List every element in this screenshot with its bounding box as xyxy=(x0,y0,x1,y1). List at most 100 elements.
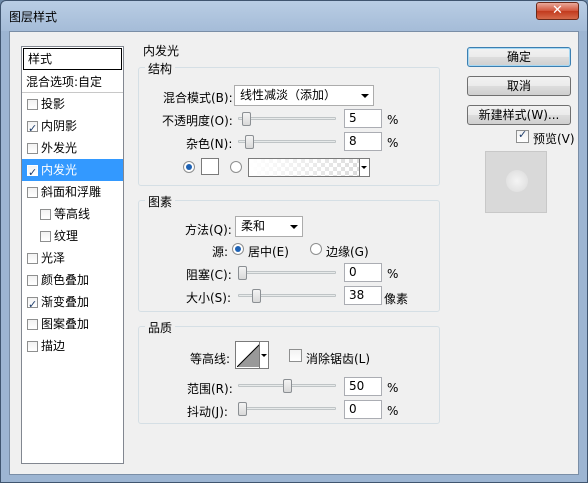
style-item-label: 描边 xyxy=(41,339,66,353)
size-slider-thumb[interactable] xyxy=(251,289,261,303)
cancel-button[interactable]: 取消 xyxy=(467,76,571,96)
window-title: 图层样式 xyxy=(9,10,58,24)
preview-label[interactable]: 预览(V) xyxy=(533,130,575,147)
choke-percent: % xyxy=(387,267,399,281)
method-label: 方法(Q): xyxy=(185,223,232,237)
method-select[interactable]: 柔和 xyxy=(235,216,303,237)
noise-slider-thumb[interactable] xyxy=(245,135,255,149)
style-item-checkbox[interactable] xyxy=(27,162,38,184)
opacity-percent: % xyxy=(387,113,399,127)
jitter-label: 抖动(J): xyxy=(187,405,228,419)
style-item-checkbox[interactable] xyxy=(27,118,38,140)
style-item-label: 内发光 xyxy=(41,163,78,177)
blend-mode-select[interactable]: 线性减淡（添加） xyxy=(234,85,374,106)
range-percent: % xyxy=(387,381,399,395)
close-button[interactable]: ✕ xyxy=(536,2,579,20)
chevron-down-icon xyxy=(290,225,298,229)
elements-label: 图素 xyxy=(145,193,176,210)
jitter-input[interactable]: 0 xyxy=(344,400,382,419)
style-item-checkbox[interactable] xyxy=(40,208,51,220)
source-center-label[interactable]: 居中(E) xyxy=(248,243,289,260)
style-item-checkbox[interactable] xyxy=(27,274,38,286)
gradient-radio[interactable] xyxy=(230,161,242,173)
style-item-checkbox[interactable] xyxy=(27,98,38,110)
chevron-down-icon[interactable] xyxy=(259,341,269,369)
size-unit: 像素 xyxy=(384,292,409,306)
method-value: 柔和 xyxy=(241,219,266,233)
styles-list: 样式 混合选项:自定 投影内阴影外发光内发光斜面和浮雕等高线纹理光泽颜色叠加渐变… xyxy=(21,46,124,464)
choke-input[interactable]: 0 xyxy=(344,263,382,282)
opacity-input[interactable]: 5 xyxy=(344,109,382,128)
style-item[interactable]: 投影 xyxy=(22,93,123,115)
noise-percent: % xyxy=(387,136,399,150)
gradient-picker[interactable] xyxy=(248,158,370,177)
new-style-button[interactable]: 新建样式(W)... xyxy=(467,105,571,125)
source-edge-label[interactable]: 边缘(G) xyxy=(326,243,369,260)
glow-color-swatch[interactable] xyxy=(201,158,219,175)
opacity-slider-track[interactable] xyxy=(238,117,336,120)
ok-button[interactable]: 确定 xyxy=(467,47,571,67)
blend-options-label: 混合选项:自定 xyxy=(26,74,103,89)
style-item[interactable]: 斜面和浮雕 xyxy=(22,181,123,203)
style-item[interactable]: 光泽 xyxy=(22,247,123,269)
title-bar[interactable]: 图层样式 ✕ xyxy=(1,1,587,31)
style-item-label: 投影 xyxy=(41,97,66,111)
gradient-preview xyxy=(249,159,359,176)
style-item[interactable]: 等高线 xyxy=(22,203,123,225)
choke-slider-track[interactable] xyxy=(238,271,336,274)
source-edge-radio[interactable] xyxy=(310,243,322,255)
style-item[interactable]: 图案叠加 xyxy=(22,313,123,335)
opacity-slider-thumb[interactable] xyxy=(242,112,252,126)
range-input[interactable]: 50 xyxy=(344,377,382,396)
style-item-label: 内阴影 xyxy=(41,119,78,133)
color-radio[interactable] xyxy=(183,161,195,173)
choke-slider-thumb[interactable] xyxy=(238,266,247,280)
chevron-down-icon[interactable] xyxy=(359,159,369,176)
jitter-slider-track[interactable] xyxy=(238,407,336,410)
noise-label: 杂色(N): xyxy=(186,137,233,151)
preview-checkbox[interactable] xyxy=(516,128,529,143)
style-item-label: 颜色叠加 xyxy=(41,273,90,287)
range-slider-thumb[interactable] xyxy=(282,379,292,393)
style-item-label: 等高线 xyxy=(54,207,91,221)
style-item[interactable]: 描边 xyxy=(22,335,123,357)
style-item-checkbox[interactable] xyxy=(27,294,38,316)
range-label: 范围(R): xyxy=(187,382,233,396)
style-items: 投影内阴影外发光内发光斜面和浮雕等高线纹理光泽颜色叠加渐变叠加图案叠加描边 xyxy=(22,93,123,357)
style-item[interactable]: 渐变叠加 xyxy=(22,291,123,316)
blend-options-item[interactable]: 混合选项:自定 xyxy=(22,71,123,93)
size-input[interactable]: 38 xyxy=(344,286,382,305)
source-label: 源: xyxy=(212,245,229,259)
size-label: 大小(S): xyxy=(186,291,232,305)
style-item[interactable]: 内发光 xyxy=(22,159,123,184)
styles-header[interactable]: 样式 xyxy=(23,48,122,70)
style-item[interactable]: 纹理 xyxy=(22,225,123,247)
style-item-label: 渐变叠加 xyxy=(41,295,90,309)
style-item-checkbox[interactable] xyxy=(27,340,38,352)
contour-picker[interactable] xyxy=(235,341,269,369)
antialias-label[interactable]: 消除锯齿(L) xyxy=(306,350,370,367)
style-item-checkbox[interactable] xyxy=(27,252,38,264)
style-item-checkbox[interactable] xyxy=(27,186,38,198)
style-item-label: 斜面和浮雕 xyxy=(41,185,102,199)
style-preview-thumbnail xyxy=(485,151,547,213)
style-item[interactable]: 颜色叠加 xyxy=(22,269,123,291)
noise-input[interactable]: 8 xyxy=(344,132,382,151)
choke-label: 阻塞(C): xyxy=(186,268,232,282)
blend-mode-value: 线性减淡（添加） xyxy=(240,88,337,102)
style-item-checkbox[interactable] xyxy=(27,318,38,330)
style-item-checkbox[interactable] xyxy=(40,230,51,242)
quality-label: 品质 xyxy=(145,319,176,336)
style-item[interactable]: 内阴影 xyxy=(22,115,123,140)
antialias-checkbox[interactable] xyxy=(289,349,302,362)
style-item-checkbox[interactable] xyxy=(27,142,38,154)
blend-mode-label: 混合模式(B): xyxy=(163,91,233,105)
style-item[interactable]: 外发光 xyxy=(22,137,123,159)
layer-style-dialog: 图层样式 ✕ 样式 混合选项:自定 投影内阴影外发光内发光斜面和浮雕等高线纹理光… xyxy=(0,0,588,483)
jitter-slider-thumb[interactable] xyxy=(238,402,247,416)
panel-title: 内发光 xyxy=(143,44,180,58)
style-item-label: 图案叠加 xyxy=(41,317,90,331)
source-center-radio[interactable] xyxy=(232,243,244,255)
jitter-percent: % xyxy=(387,404,399,418)
style-item-label: 光泽 xyxy=(41,251,66,265)
